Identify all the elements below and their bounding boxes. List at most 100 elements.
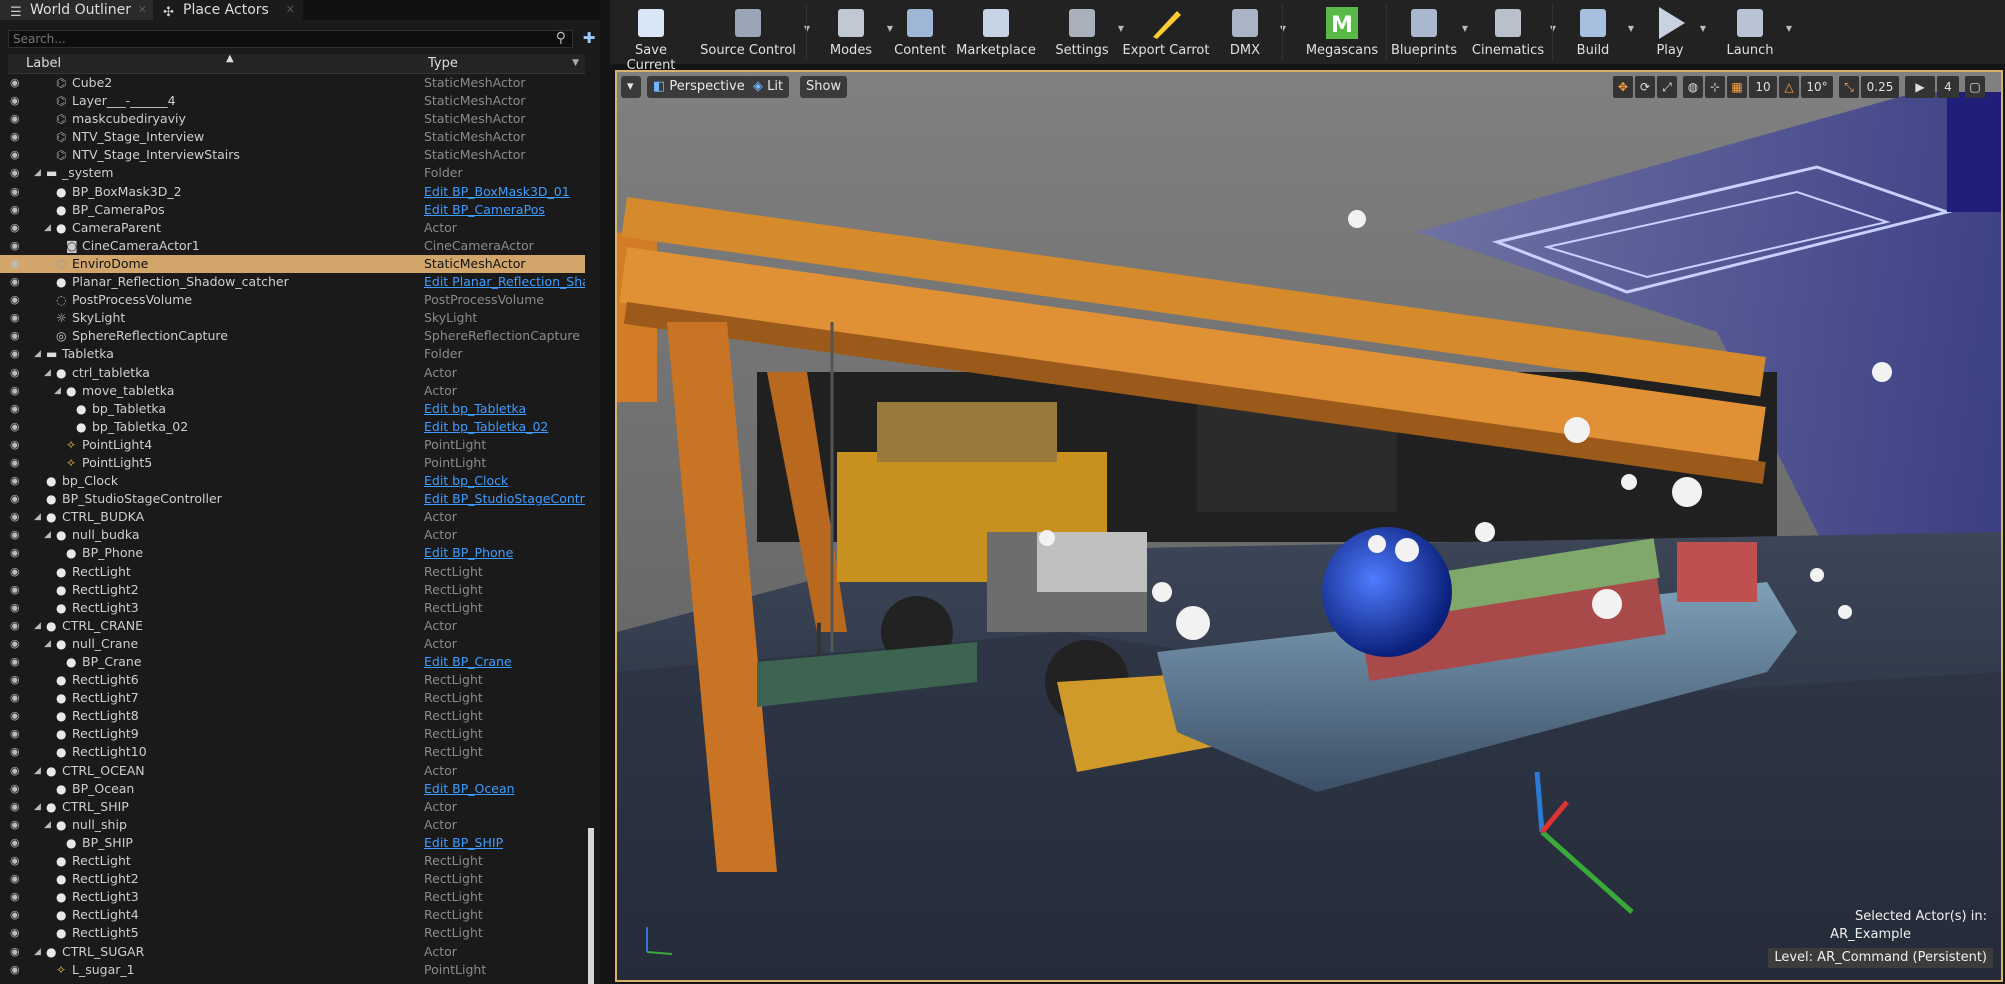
camera-speed-value[interactable]: 4: [1937, 76, 1959, 98]
visibility-eye-icon[interactable]: ◉: [10, 581, 24, 599]
outliner-row[interactable]: ◉ ◢ ● CTRL_CRANE Actor: [0, 617, 585, 635]
visibility-eye-icon[interactable]: ◉: [10, 906, 24, 924]
edit-blueprint-link[interactable]: Edit bp_Clock: [424, 472, 508, 490]
expand-arrow-icon[interactable]: ◢: [44, 635, 51, 653]
scale-snap-icon[interactable]: ⤡: [1839, 76, 1859, 98]
visibility-eye-icon[interactable]: ◉: [10, 201, 24, 219]
expand-arrow-icon[interactable]: ◢: [34, 943, 41, 961]
visibility-eye-icon[interactable]: ◉: [10, 74, 24, 92]
modes-button[interactable]: Modes ▼: [815, 0, 893, 64]
outliner-row[interactable]: ◉ ● BP_Phone Edit BP_Phone: [0, 544, 585, 562]
visibility-eye-icon[interactable]: ◉: [10, 563, 24, 581]
blueprints-button[interactable]: Blueprints ▼: [1386, 0, 1468, 64]
outliner-row[interactable]: ◉ ● RectLight4 RectLight: [0, 906, 585, 924]
outliner-row[interactable]: ◉ ● BP_Ocean Edit BP_Ocean: [0, 780, 585, 798]
source-control-button[interactable]: Source Control▼: [692, 0, 810, 64]
outliner-row[interactable]: ◉ ● RectLight RectLight: [0, 563, 585, 581]
edit-blueprint-link[interactable]: Edit BP_BoxMask3D_01: [424, 183, 570, 201]
rotation-snap-icon[interactable]: △: [1779, 76, 1799, 98]
dmx-button[interactable]: DMX▼: [1210, 0, 1286, 64]
visibility-eye-icon[interactable]: ◉: [10, 743, 24, 761]
megascans-button[interactable]: M Megascans: [1300, 0, 1384, 64]
outliner-row[interactable]: ◉ ◢ ● CTRL_BUDKA Actor: [0, 508, 585, 526]
visibility-eye-icon[interactable]: ◉: [10, 943, 24, 961]
dropdown-arrow-icon[interactable]: ▼: [1628, 24, 1634, 33]
outliner-row[interactable]: ◉ ● BP_SHIP Edit BP_SHIP: [0, 834, 585, 852]
outliner-row[interactable]: ◉ ⌬ Cube2 StaticMeshActor: [0, 74, 585, 92]
edit-blueprint-link[interactable]: Edit bp_Tabletka: [424, 400, 526, 418]
visibility-eye-icon[interactable]: ◉: [10, 291, 24, 309]
edit-blueprint-link[interactable]: Edit BP_Ocean: [424, 780, 515, 798]
visibility-eye-icon[interactable]: ◉: [10, 689, 24, 707]
outliner-row[interactable]: ◉ ● RectLight8 RectLight: [0, 707, 585, 725]
tab-world-outliner[interactable]: ☰ World Outliner ✕: [0, 0, 155, 20]
outliner-row[interactable]: ◉ ● BP_BoxMask3D_2 Edit BP_BoxMask3D_01: [0, 183, 585, 201]
visibility-eye-icon[interactable]: ◉: [10, 508, 24, 526]
visibility-eye-icon[interactable]: ◉: [10, 852, 24, 870]
outliner-row[interactable]: ◉ ☼ SkyLight SkyLight: [0, 309, 585, 327]
visibility-eye-icon[interactable]: ◉: [10, 888, 24, 906]
rotate-icon[interactable]: ⟳: [1635, 76, 1655, 98]
visibility-eye-icon[interactable]: ◉: [10, 219, 24, 237]
edit-blueprint-link[interactable]: Edit BP_Crane: [424, 653, 512, 671]
build-button[interactable]: Build ▼: [1558, 0, 1634, 64]
dropdown-arrow-icon[interactable]: ▼: [1700, 24, 1706, 33]
label-column-header[interactable]: Label: [26, 56, 61, 71]
outliner-row[interactable]: ◉ ◢ ▬ Tabletka Folder: [0, 345, 585, 363]
lit-button[interactable]: ◈ Lit: [747, 76, 790, 98]
visibility-eye-icon[interactable]: ◉: [10, 345, 24, 363]
expand-arrow-icon[interactable]: ◢: [34, 617, 41, 635]
rotation-snap-value[interactable]: 10°: [1801, 76, 1833, 98]
close-icon[interactable]: ✕: [138, 0, 147, 20]
visibility-eye-icon[interactable]: ◉: [10, 418, 24, 436]
surface-snap-icon[interactable]: ⊹: [1705, 76, 1725, 98]
edit-blueprint-link[interactable]: Edit BP_CameraPos: [424, 201, 545, 219]
outliner-row[interactable]: ◉ ⌬ EnviroDome StaticMeshActor: [0, 254, 585, 274]
outliner-row[interactable]: ◉ ◢ ● CameraParent Actor: [0, 219, 585, 237]
outliner-row[interactable]: ◉ ● bp_Clock Edit bp_Clock: [0, 472, 585, 490]
visibility-eye-icon[interactable]: ◉: [10, 110, 24, 128]
outliner-row[interactable]: ◉ ◙ CineCameraActor1 CineCameraActor: [0, 237, 585, 255]
scrollbar-thumb[interactable]: [588, 828, 594, 984]
expand-arrow-icon[interactable]: ◢: [34, 164, 41, 182]
maximize-viewport-icon[interactable]: ▢: [1965, 76, 1985, 98]
export-carrot-button[interactable]: Export Carrot: [1122, 0, 1210, 64]
visibility-eye-icon[interactable]: ◉: [10, 472, 24, 490]
outliner-row[interactable]: ◉ ● RectLight9 RectLight: [0, 725, 585, 743]
outliner-row[interactable]: ◉ ◢ ● ctrl_tabletka Actor: [0, 364, 585, 382]
expand-arrow-icon[interactable]: ◢: [34, 798, 41, 816]
outliner-row[interactable]: ◉ ✧ L_sugar_1 PointLight: [0, 961, 585, 979]
visibility-eye-icon[interactable]: ◉: [10, 599, 24, 617]
outliner-row[interactable]: ◉ ● RectLight7 RectLight: [0, 689, 585, 707]
grid-snap-icon[interactable]: ▦: [1727, 76, 1747, 98]
edit-blueprint-link[interactable]: Edit BP_StudioStageControll: [424, 490, 585, 508]
sort-ascending-icon[interactable]: ▲: [226, 53, 234, 64]
outliner-row[interactable]: ◉ ◢ ● CTRL_SHIP Actor: [0, 798, 585, 816]
visibility-eye-icon[interactable]: ◉: [10, 762, 24, 780]
visibility-eye-icon[interactable]: ◉: [10, 309, 24, 327]
cinematics-button[interactable]: Cinematics▼: [1466, 0, 1556, 64]
expand-arrow-icon[interactable]: ◢: [44, 364, 51, 382]
outliner-row[interactable]: ◉ ● bp_Tabletka Edit bp_Tabletka: [0, 400, 585, 418]
visibility-eye-icon[interactable]: ◉: [10, 924, 24, 942]
visibility-eye-icon[interactable]: ◉: [10, 327, 24, 345]
visibility-eye-icon[interactable]: ◉: [10, 798, 24, 816]
visibility-eye-icon[interactable]: ◉: [10, 183, 24, 201]
outliner-row[interactable]: ◉ ◢ ● CTRL_OCEAN Actor: [0, 762, 585, 780]
add-filter-icon[interactable]: ✚: [581, 30, 597, 46]
visibility-eye-icon[interactable]: ◉: [10, 834, 24, 852]
outliner-row[interactable]: ◉ ⌬ Layer___-______4 StaticMeshActor: [0, 92, 585, 110]
outliner-row[interactable]: ◉ ● RectLight2 RectLight: [0, 870, 585, 888]
camera-speed-icon[interactable]: ▶: [1905, 76, 1935, 98]
outliner-row[interactable]: ◉ ◢ ● null_Crane Actor: [0, 635, 585, 653]
visibility-eye-icon[interactable]: ◉: [10, 707, 24, 725]
outliner-row[interactable]: ◉ ◎ SphereReflectionCapture SphereReflectio…: [0, 327, 585, 345]
visibility-eye-icon[interactable]: ◉: [10, 436, 24, 454]
outliner-row[interactable]: ◉ ✧ PointLight4 PointLight: [0, 436, 585, 454]
translate-icon[interactable]: ✥: [1613, 76, 1633, 98]
outliner-row[interactable]: ◉ ● bp_Tabletka_02 Edit bp_Tabletka_02: [0, 418, 585, 436]
visibility-eye-icon[interactable]: ◉: [10, 364, 24, 382]
world-space-icon[interactable]: ◍: [1683, 76, 1703, 98]
visibility-eye-icon[interactable]: ◉: [10, 816, 24, 834]
edit-blueprint-link[interactable]: Edit BP_Phone: [424, 544, 513, 562]
